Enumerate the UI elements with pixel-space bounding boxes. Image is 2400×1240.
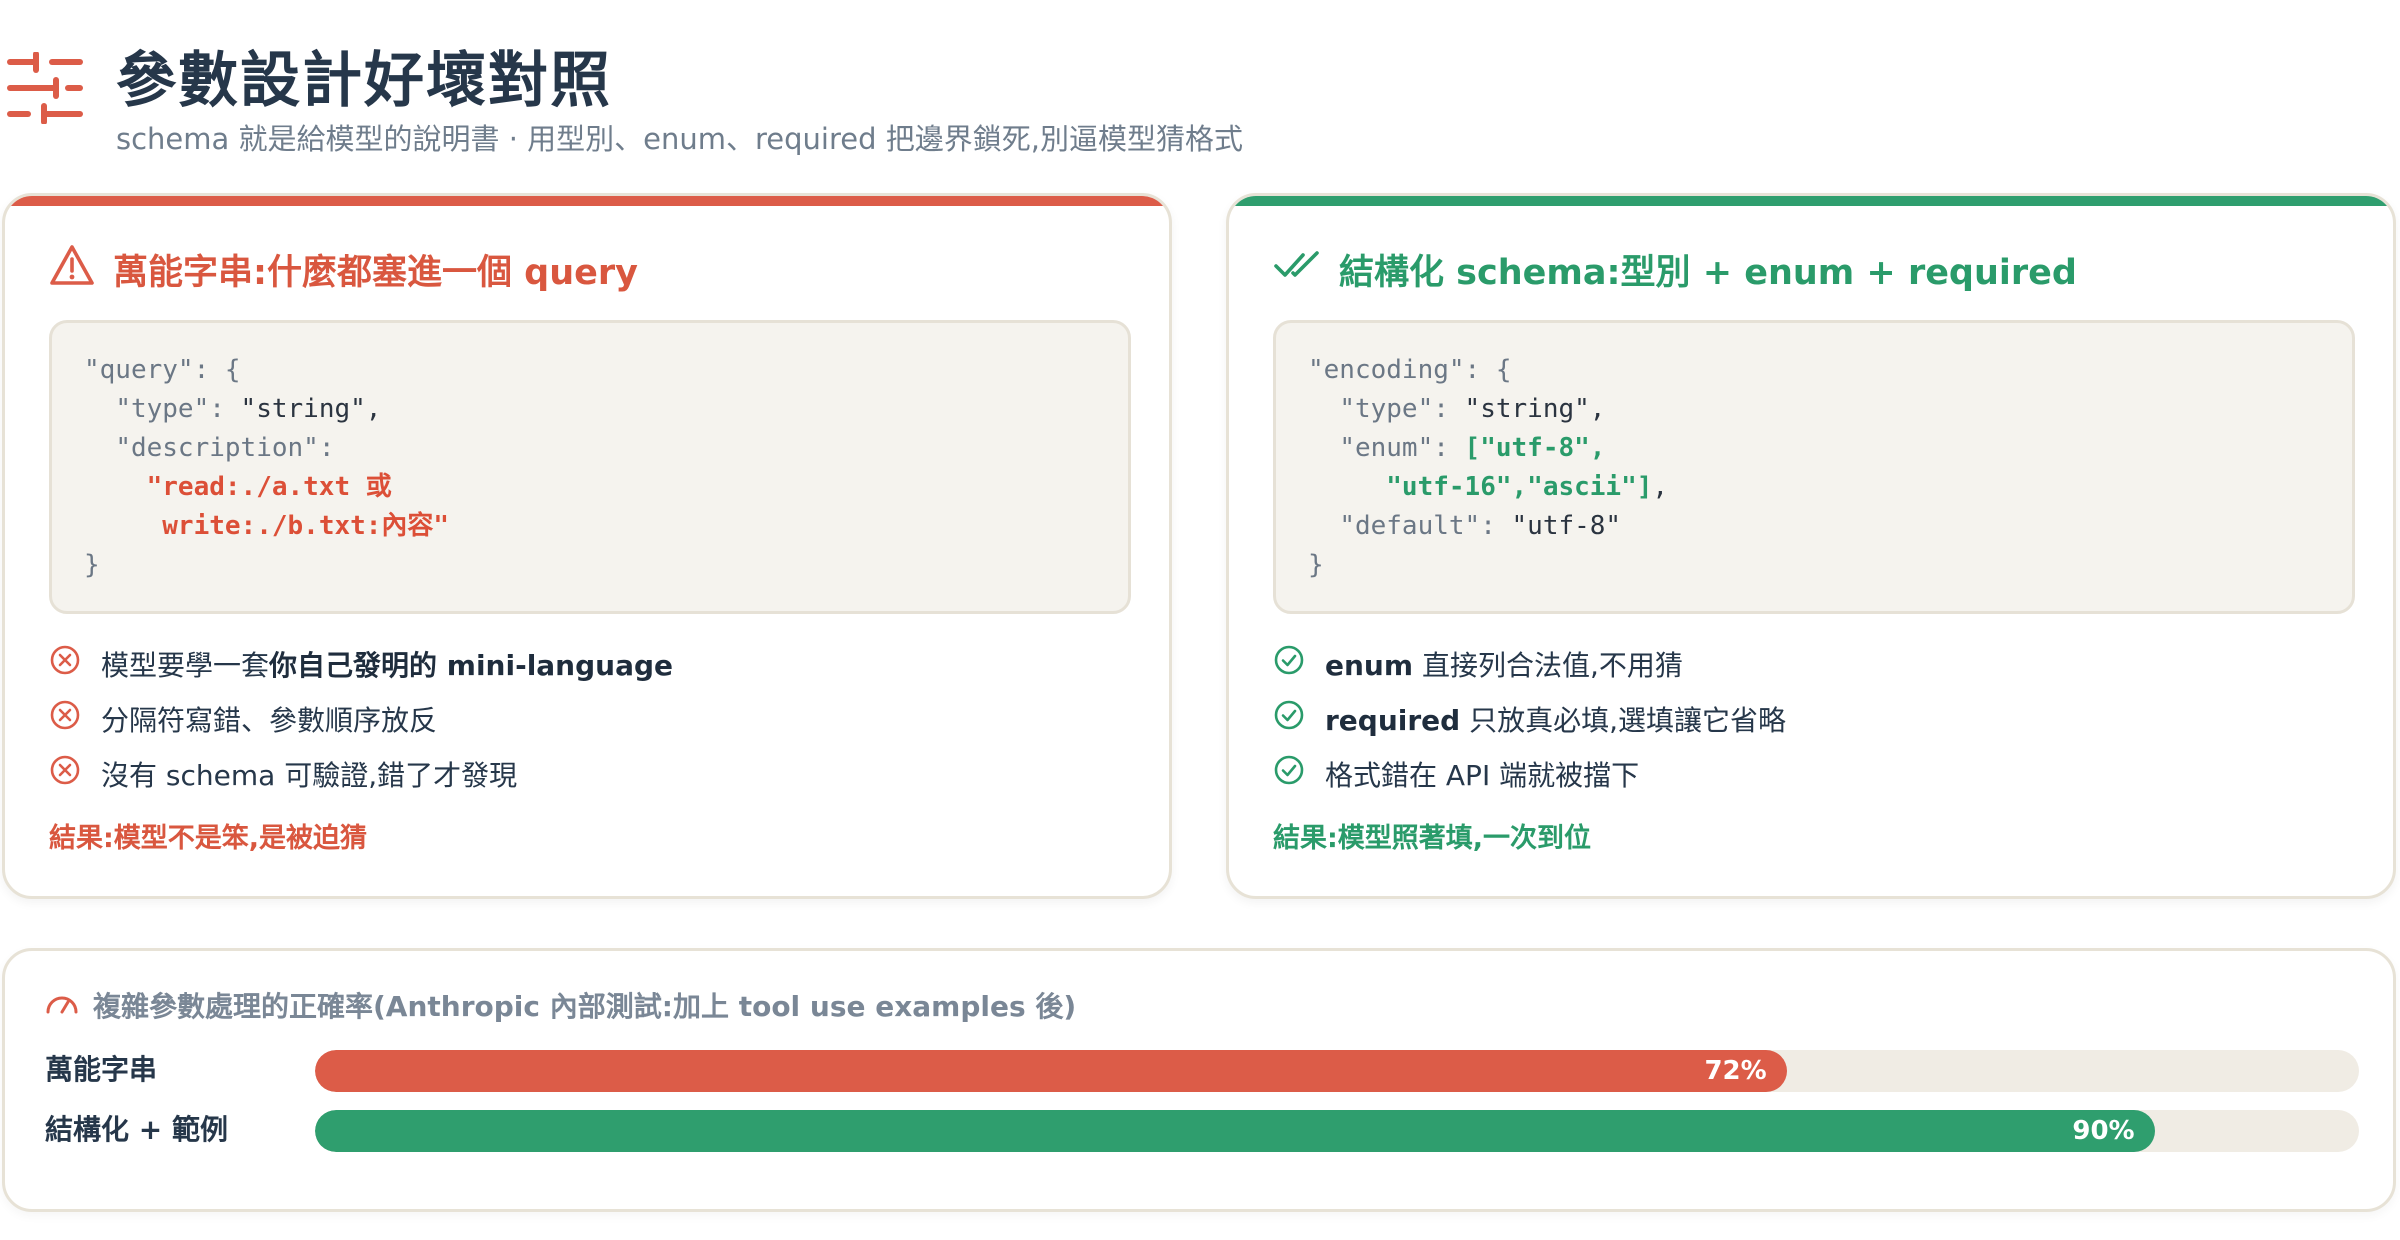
bad-result-text: 結果:模型不是笨,是被迫猜 — [49, 823, 368, 854]
code-line: "default": "utf-8" — [1308, 507, 2320, 546]
text-part: 分隔符寫錯、參數順序放反 — [101, 703, 438, 737]
good-card-heading: 結構化 schema:型別 + enum + required — [1273, 244, 2077, 294]
list-item: 分隔符寫錯、參數順序放反 — [49, 691, 1131, 746]
code-line: } — [84, 546, 1096, 585]
accuracy-bar-row: 結構化 + 範例 90% — [45, 1107, 2365, 1153]
list-item: enum 直接列合法值,不用猜 — [1273, 636, 2355, 691]
code-line: "utf-16","ascii"], — [1308, 468, 2320, 507]
text-strong: required — [1325, 703, 1461, 737]
bad-points-list: 模型要學一套你自己發明的 mini-language 分隔符寫錯、參數順序放反 … — [49, 636, 1131, 801]
code-key: "enum" — [1339, 433, 1434, 463]
check-circle-icon — [1273, 644, 1305, 683]
code-key: "encoding" — [1308, 355, 1465, 385]
code-punct: : — [1480, 511, 1512, 541]
good-card-heading-text: 結構化 schema:型別 + enum + required — [1339, 252, 2077, 293]
code-punct: : — [209, 394, 241, 424]
x-circle-icon — [49, 699, 81, 738]
sliders-icon — [6, 51, 84, 128]
accuracy-panel: 複雜參數處理的正確率(Anthropic 內部測試:加上 tool use ex… — [2, 948, 2396, 1212]
text-strong: 你自己發明的 mini-language — [269, 648, 674, 682]
bar-track: 90% — [315, 1110, 2359, 1152]
list-item-text: required 只放真必填,選填讓它省略 — [1325, 699, 1786, 739]
text-part: 沒有 schema 可驗證,錯了才發現 — [101, 758, 518, 792]
code-line: write:./b.txt:內容" — [84, 507, 1096, 546]
list-item: 模型要學一套你自己發明的 mini-language — [49, 636, 1131, 691]
card-accent-bar — [1229, 196, 2393, 206]
bad-card-heading: 萬能字串:什麼都塞進一個 query — [49, 244, 638, 294]
double-check-icon — [1273, 248, 1321, 291]
good-result-text: 結果:模型照著填,一次到位 — [1273, 823, 1592, 854]
code-punct: : { — [193, 355, 241, 385]
list-item-text: 模型要學一套你自己發明的 mini-language — [101, 644, 673, 684]
list-item: required 只放真必填,選填讓它省略 — [1273, 691, 2355, 746]
code-punct: : { — [1464, 355, 1512, 385]
list-item-text: 分隔符寫錯、參數順序放反 — [101, 699, 437, 739]
good-example-card: 結構化 schema:型別 + enum + required "encodin… — [1226, 193, 2396, 899]
gauge-icon — [45, 989, 79, 1022]
accuracy-bar-row: 萬能字串 72% — [45, 1047, 2365, 1093]
code-value: "read:./a.txt 或 — [146, 472, 392, 502]
bar-value-label: 90% — [2072, 1116, 2135, 1146]
code-punct: } — [84, 550, 100, 580]
code-line: "type": "string", — [84, 390, 1096, 429]
code-punct: : — [318, 433, 335, 463]
list-item-text: enum 直接列合法值,不用猜 — [1325, 644, 1683, 684]
code-line: } — [1308, 546, 2320, 585]
code-key: "query" — [84, 355, 194, 385]
bar-value-label: 72% — [1704, 1056, 1767, 1086]
text-part: 直接列合法值,不用猜 — [1413, 648, 1683, 682]
code-value: "utf-8" — [1511, 511, 1622, 541]
check-circle-icon — [1273, 754, 1305, 793]
code-value: "string", — [1464, 394, 1606, 424]
bar-label: 結構化 + 範例 — [45, 1113, 228, 1146]
card-accent-bar — [5, 196, 1169, 206]
bad-code-block: "query": { "type": "string", "descriptio… — [49, 320, 1131, 614]
code-punct: } — [1308, 550, 1324, 580]
code-punct: , — [1652, 472, 1669, 502]
good-code-block: "encoding": { "type": "string", "enum": … — [1273, 320, 2355, 614]
bad-card-heading-text: 萬能字串:什麼都塞進一個 query — [113, 252, 638, 293]
code-line: "read:./a.txt 或 — [84, 468, 1096, 507]
bar-label: 萬能字串 — [45, 1053, 158, 1086]
code-line: "description": — [84, 429, 1096, 468]
code-key: "type" — [1339, 394, 1434, 424]
code-value: "utf-16","ascii"] — [1386, 472, 1653, 502]
code-punct: : — [1433, 394, 1465, 424]
accuracy-title-text: 複雜參數處理的正確率(Anthropic 內部測試:加上 tool use ex… — [93, 990, 1077, 1023]
accuracy-panel-title: 複雜參數處理的正確率(Anthropic 內部測試:加上 tool use ex… — [45, 985, 1076, 1025]
code-value: "string", — [240, 394, 382, 424]
code-line: "enum": ["utf-8", — [1308, 429, 2320, 468]
x-circle-icon — [49, 644, 81, 683]
code-value: ["utf-8", — [1464, 433, 1606, 463]
code-key: "type" — [115, 394, 210, 424]
code-value: write:./b.txt:內容" — [162, 511, 450, 541]
code-line: "type": "string", — [1308, 390, 2320, 429]
x-circle-icon — [49, 754, 81, 793]
list-item: 格式錯在 API 端就被擋下 — [1273, 746, 2355, 801]
code-punct: : — [1433, 433, 1465, 463]
text-part: 格式錯在 API 端就被擋下 — [1325, 758, 1640, 792]
page-header: 參數設計好壞對照 schema 就是給模型的說明書 · 用型別、enum、req… — [0, 28, 2400, 156]
check-circle-icon — [1273, 699, 1305, 738]
code-line: "encoding": { — [1308, 351, 2320, 390]
list-item-text: 格式錯在 API 端就被擋下 — [1325, 754, 1639, 794]
good-points-list: enum 直接列合法值,不用猜 required 只放真必填,選填讓它省略 格式… — [1273, 636, 2355, 801]
page-subtitle: schema 就是給模型的說明書 · 用型別、enum、required 把邊界… — [116, 122, 1243, 156]
text-strong: enum — [1325, 648, 1414, 682]
page-title: 參數設計好壞對照 — [116, 46, 612, 116]
list-item-text: 沒有 schema 可驗證,錯了才發現 — [101, 754, 517, 794]
code-key: "description" — [115, 433, 319, 463]
code-key: "default" — [1339, 511, 1481, 541]
bar-fill: 72% — [315, 1050, 1787, 1092]
list-item: 沒有 schema 可驗證,錯了才發現 — [49, 746, 1131, 801]
bar-fill: 90% — [315, 1110, 2155, 1152]
bad-example-card: 萬能字串:什麼都塞進一個 query "query": { "type": "s… — [2, 193, 1172, 899]
text-part: 只放真必填,選填讓它省略 — [1460, 703, 1787, 737]
bar-track: 72% — [315, 1050, 2359, 1092]
code-line: "query": { — [84, 351, 1096, 390]
warning-triangle-icon — [49, 244, 95, 295]
text-part: 模型要學一套 — [101, 648, 270, 682]
